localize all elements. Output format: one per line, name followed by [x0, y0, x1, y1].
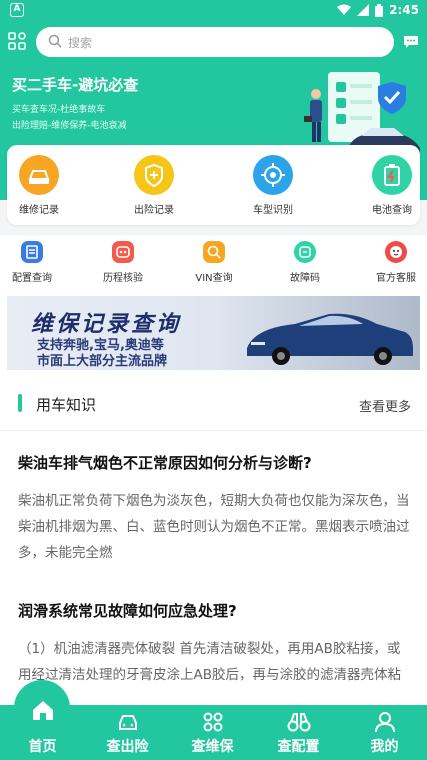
home-icon — [33, 701, 53, 720]
tab-claims[interactable]: 查出险 — [85, 705, 170, 760]
quick-actions-card: 维修记录 出险记录 车型识别 电池查询 — [7, 145, 420, 225]
car-image — [247, 313, 413, 365]
divider — [0, 430, 427, 431]
tab-label: 首页 — [28, 739, 57, 755]
secondary-action-customer-service[interactable]: 官方客服 — [366, 241, 426, 284]
knowledge-header: 用车知识 查看更多 — [0, 390, 427, 420]
vin-search-icon — [203, 241, 225, 263]
secondary-action-config[interactable]: 配置查询 — [2, 241, 62, 284]
quick-action-label: 维修记录 — [19, 205, 59, 216]
view-more-link[interactable]: 查看更多 — [359, 396, 411, 415]
banner-line-2: 市面上大部分主流品牌 — [37, 354, 168, 369]
quick-action-label: 出险记录 — [134, 205, 174, 216]
category-grid-icon[interactable] — [8, 32, 26, 50]
article-excerpt[interactable]: （1）机油滤清器壳体破裂 首先清洁破裂处，再用AB胶粘接，或用经过清洁处理的牙膏… — [18, 636, 413, 714]
history-icon — [112, 241, 134, 263]
tab-label: 我的 — [370, 739, 399, 755]
app-status-icon: A — [10, 3, 24, 17]
article-title[interactable]: 润滑系统常见故障如何应急处理? — [18, 600, 237, 621]
target-icon — [253, 155, 293, 195]
secondary-action-label: VIN查询 — [195, 273, 233, 284]
tab-maintenance[interactable]: 查维保 — [170, 705, 255, 760]
config-icon — [21, 241, 43, 263]
grid-dots-icon — [203, 712, 223, 732]
person-icon — [375, 712, 395, 733]
quick-action-model-identify[interactable]: 车型识别 — [241, 155, 305, 216]
quick-action-label: 电池查询 — [372, 205, 412, 216]
tab-label: 查维保 — [191, 739, 234, 755]
quick-action-repair-record[interactable]: 维修记录 — [7, 155, 71, 216]
customer-service-icon — [385, 241, 407, 263]
tab-profile[interactable]: 我的 — [342, 705, 427, 760]
shield-icon — [134, 155, 174, 195]
binoculars-icon — [287, 713, 311, 732]
car-front-icon — [119, 715, 137, 730]
secondary-action-label: 官方客服 — [376, 273, 416, 284]
bottom-tab-bar: 首页 查出险 查维保 查配置 我的 — [0, 701, 427, 760]
article-excerpt[interactable]: 柴油机正常负荷下烟色为淡灰色，短期大负荷也仅能为深灰色，当柴油机排烟为黑、白、蓝… — [18, 488, 413, 566]
tab-config[interactable]: 查配置 — [256, 705, 341, 760]
hero-subtitle-1: 买车查车况-杜绝事故车 — [12, 105, 106, 115]
secondary-action-label: 历程核验 — [103, 273, 143, 284]
tab-home[interactable]: 首页 — [0, 701, 85, 760]
fault-code-icon — [294, 241, 316, 263]
wifi-icon — [337, 4, 352, 15]
message-icon[interactable] — [403, 34, 419, 50]
car-repair-icon — [19, 155, 59, 195]
status-time: 2:45 — [389, 3, 419, 17]
section-accent-bar — [18, 394, 22, 412]
knowledge-section: 用车知识 查看更多 柴油车排气烟色不正常原因如何分析与诊断? 柴油机正常负荷下烟… — [0, 378, 427, 709]
secondary-action-label: 配置查询 — [12, 273, 52, 284]
section-title: 用车知识 — [36, 396, 97, 414]
tab-label: 查配置 — [277, 739, 320, 755]
banner-section: 维保记录查询 支持奔驰,宝马,奥迪等 市面上大部分主流品牌 — [0, 290, 427, 378]
quick-action-battery-query[interactable]: 电池查询 — [360, 155, 424, 216]
search-icon — [48, 34, 62, 48]
hero-title: 买二手车-避坑必查 — [12, 76, 139, 94]
battery-status-icon — [375, 3, 384, 17]
secondary-actions-row: 配置查询 历程核验 VIN查询 故障码 官方客服 — [0, 235, 427, 290]
secondary-action-fault-code[interactable]: 故障码 — [275, 241, 335, 284]
hero-subtitle-2: 出险理赔-维修保养-电池衰减 — [12, 121, 127, 131]
battery-icon — [372, 155, 412, 195]
signal-icon — [357, 4, 370, 16]
secondary-action-history[interactable]: 历程核验 — [93, 241, 153, 284]
secondary-action-label: 故障码 — [290, 273, 320, 284]
quick-action-claim-record[interactable]: 出险记录 — [122, 155, 186, 216]
article-title[interactable]: 柴油车排气烟色不正常原因如何分析与诊断? — [18, 452, 312, 473]
quick-action-label: 车型识别 — [253, 205, 293, 216]
status-bar: A 2:45 — [0, 0, 427, 22]
status-right: 2:45 — [337, 3, 419, 17]
secondary-action-vin[interactable]: VIN查询 — [184, 241, 244, 284]
search-input[interactable]: 搜索 — [36, 27, 394, 57]
tab-label: 查出险 — [106, 739, 149, 755]
search-placeholder: 搜索 — [68, 36, 93, 50]
promo-banner[interactable]: 维保记录查询 支持奔驰,宝马,奥迪等 市面上大部分主流品牌 — [7, 296, 420, 370]
